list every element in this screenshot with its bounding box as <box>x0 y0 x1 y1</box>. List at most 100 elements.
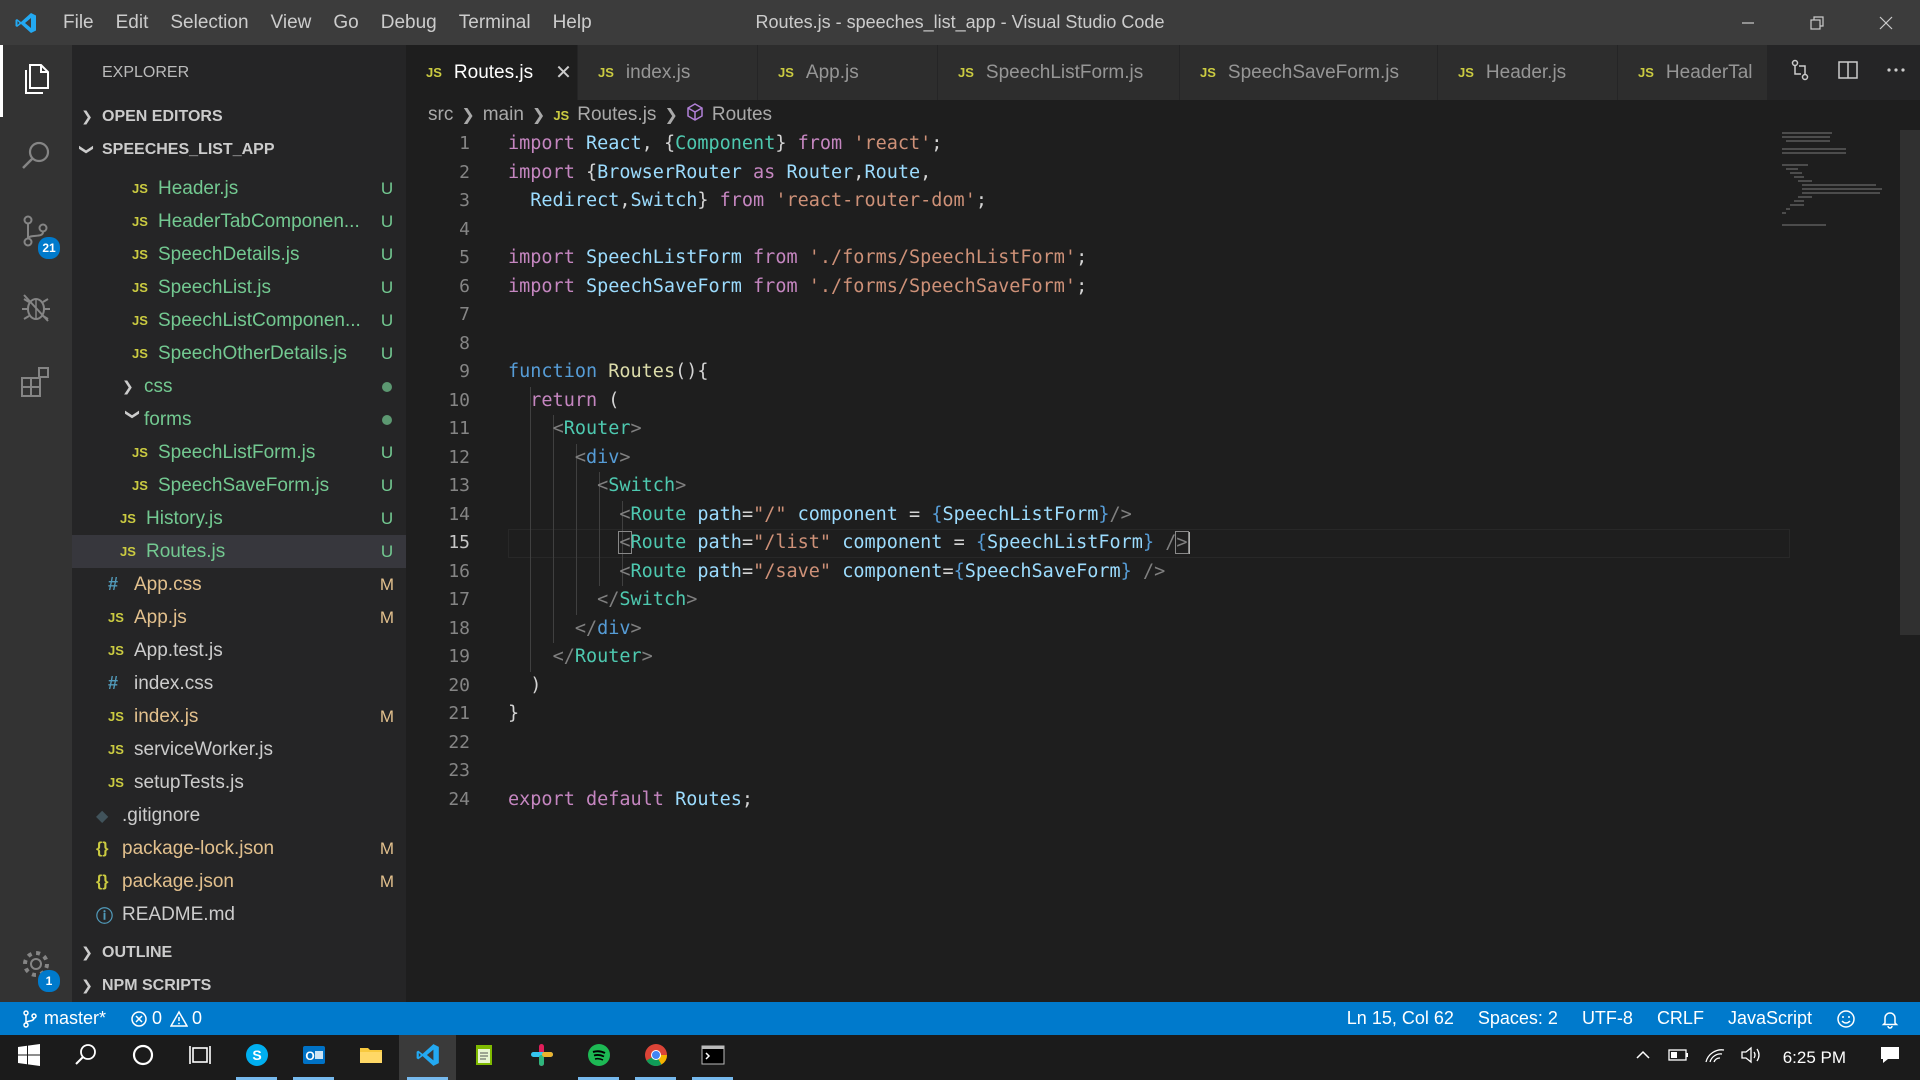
folder-label: css <box>144 375 173 397</box>
problems-status[interactable]: 0 0 <box>118 1002 214 1035</box>
cursor-position[interactable]: Ln 15, Col 62 <box>1335 1002 1466 1035</box>
battery-button[interactable] <box>1661 1035 1697 1080</box>
json-file-icon: {} <box>96 872 109 890</box>
file-speechotherdetails-js[interactable]: JS SpeechOtherDetails.js U <box>72 337 406 370</box>
close-icon[interactable]: ✕ <box>555 60 572 85</box>
split-editor-button[interactable] <box>1824 45 1872 100</box>
file-header-js[interactable]: JS Header.js U <box>72 172 406 205</box>
restore-button[interactable] <box>1782 0 1851 45</box>
tab-speechsaveform-js[interactable]: JS SpeechSaveForm.js <box>1180 45 1438 100</box>
file-speechlist-js[interactable]: JS SpeechList.js U <box>72 271 406 304</box>
file-explorer-taskbar-button[interactable] <box>342 1035 399 1080</box>
start-button[interactable] <box>0 1035 57 1080</box>
close-window-button[interactable] <box>1851 0 1920 45</box>
outline-section[interactable]: ❯ OUTLINE <box>72 936 406 969</box>
file-serviceworker-js[interactable]: JS serviceWorker.js <box>72 733 406 766</box>
file-app-js[interactable]: JS App.js M <box>72 601 406 634</box>
network-button[interactable] <box>1697 1035 1733 1080</box>
more-actions-button[interactable] <box>1872 45 1920 100</box>
source-control-activity[interactable]: 21 <box>0 197 72 269</box>
tab-headertab-js[interactable]: JS HeaderTal <box>1618 45 1768 100</box>
file-speechsaveform-js[interactable]: JS SpeechSaveForm.js U <box>72 469 406 502</box>
file-label: package-lock.json <box>122 837 275 859</box>
show-hidden-icons-button[interactable] <box>1625 1035 1661 1080</box>
file-label: serviceWorker.js <box>134 738 274 760</box>
file-index-js[interactable]: JS index.js M <box>72 700 406 733</box>
manage-activity[interactable]: 1 <box>0 930 72 1002</box>
skype-taskbar-button[interactable]: S <box>228 1035 285 1080</box>
js-file-icon: JS <box>132 478 148 493</box>
task-view-button[interactable] <box>171 1035 228 1080</box>
file-gitignore[interactable]: ◆ .gitignore <box>72 799 406 832</box>
search-activity[interactable] <box>0 122 72 194</box>
menu-edit[interactable]: Edit <box>105 0 160 45</box>
file-routes-js[interactable]: JS Routes.js U <box>72 535 406 568</box>
file-setuptests-js[interactable]: JS setupTests.js <box>72 766 406 799</box>
breadcrumb-file[interactable]: Routes.js <box>577 104 656 126</box>
slack-taskbar-button[interactable] <box>513 1035 570 1080</box>
folder-css[interactable]: ❯ css <box>72 370 406 403</box>
menu-terminal[interactable]: Terminal <box>448 0 542 45</box>
vscode-taskbar-button[interactable] <box>399 1035 456 1080</box>
breadcrumb-main[interactable]: main <box>483 104 524 126</box>
debug-activity[interactable] <box>0 273 72 345</box>
file-readme-md[interactable]: ⓘ README.md <box>72 898 406 931</box>
menu-bar: File Edit Selection View Go Debug Termin… <box>52 0 603 45</box>
tab-routes-js[interactable]: JS Routes.js ✕ <box>406 45 578 100</box>
extensions-activity[interactable] <box>0 348 72 420</box>
volume-button[interactable] <box>1733 1035 1769 1080</box>
menu-selection[interactable]: Selection <box>159 0 259 45</box>
file-package-json[interactable]: {} package.json M <box>72 865 406 898</box>
language-mode[interactable]: JavaScript <box>1716 1002 1824 1035</box>
menu-go[interactable]: Go <box>322 0 369 45</box>
minimize-button[interactable] <box>1713 0 1782 45</box>
svg-text:O: O <box>305 1049 314 1063</box>
tab-app-js[interactable]: JS App.js <box>758 45 938 100</box>
menu-view[interactable]: View <box>260 0 323 45</box>
file-package-lock-json[interactable]: {} package-lock.json M <box>72 832 406 865</box>
line-ending[interactable]: CRLF <box>1645 1002 1716 1035</box>
tab-index-js[interactable]: JS index.js <box>578 45 758 100</box>
open-changes-button[interactable] <box>1776 45 1824 100</box>
indentation-setting[interactable]: Spaces: 2 <box>1466 1002 1570 1035</box>
breadcrumb-symbol[interactable]: Routes <box>712 104 772 126</box>
folder-forms[interactable]: ❯ forms <box>72 403 406 436</box>
file-encoding[interactable]: UTF-8 <box>1570 1002 1645 1035</box>
file-index-css[interactable]: # index.css <box>72 667 406 700</box>
menu-debug[interactable]: Debug <box>370 0 448 45</box>
chrome-taskbar-button[interactable] <box>627 1035 684 1080</box>
file-speechlistcomponent-js[interactable]: JS SpeechListComponen... U <box>72 304 406 337</box>
taskbar-clock[interactable]: 6:25 PM <box>1769 1048 1860 1068</box>
breadcrumb-src[interactable]: src <box>428 104 453 126</box>
file-app-css[interactable]: # App.css M <box>72 568 406 601</box>
cortana-button[interactable] <box>114 1035 171 1080</box>
explorer-activity[interactable] <box>0 45 72 117</box>
file-headertabcomponent-js[interactable]: JS HeaderTabComponen... U <box>72 205 406 238</box>
git-branch-status[interactable]: master* <box>22 1002 118 1035</box>
scrollbar-thumb[interactable] <box>1900 130 1920 635</box>
file-label: Routes.js <box>146 540 226 562</box>
menu-file[interactable]: File <box>52 0 105 45</box>
editor-scrollbar[interactable] <box>1900 130 1920 1002</box>
search-taskbar-button[interactable] <box>57 1035 114 1080</box>
outlook-taskbar-button[interactable]: O <box>285 1035 342 1080</box>
file-speechdetails-js[interactable]: JS SpeechDetails.js U <box>72 238 406 271</box>
notifications-button[interactable] <box>1868 1009 1920 1029</box>
project-section[interactable]: ❯ SPEECHES_LIST_APP <box>72 133 406 166</box>
code-line: import React, {Component} from 'react'; <box>508 133 943 154</box>
file-speechlistform-js[interactable]: JS SpeechListForm.js U <box>72 436 406 469</box>
code-editor[interactable]: 1 2 3 4 5 6 7 8 9 10 11 12 13 14 15 16 1… <box>406 130 1920 1002</box>
file-history-js[interactable]: JS History.js U <box>72 502 406 535</box>
feedback-button[interactable] <box>1824 1009 1868 1029</box>
npm-scripts-section[interactable]: ❯ NPM SCRIPTS <box>72 969 406 1002</box>
terminal-taskbar-button[interactable] <box>684 1035 741 1080</box>
action-center-button[interactable] <box>1860 1035 1920 1080</box>
tab-header-js[interactable]: JS Header.js <box>1438 45 1618 100</box>
notepad-taskbar-button[interactable] <box>456 1035 513 1080</box>
tab-speechlistform-js[interactable]: JS SpeechListForm.js <box>938 45 1180 100</box>
open-editors-section[interactable]: ❯ OPEN EDITORS <box>72 100 406 133</box>
spotify-taskbar-button[interactable] <box>570 1035 627 1080</box>
minimap[interactable] <box>1782 130 1900 240</box>
file-app-test-js[interactable]: JS App.test.js <box>72 634 406 667</box>
menu-help[interactable]: Help <box>542 0 603 45</box>
